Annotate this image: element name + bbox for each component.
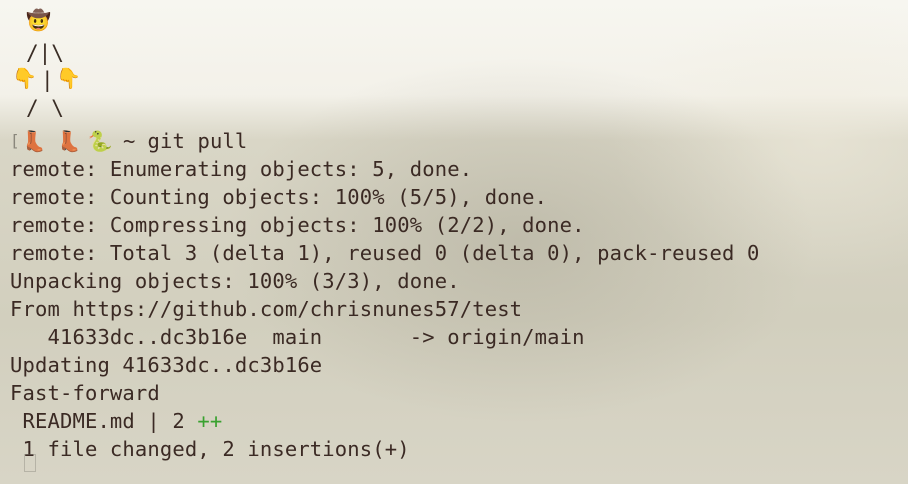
output-line: remote: Total 3 (delta 1), reused 0 (del… bbox=[10, 241, 760, 265]
cowboy-face-icon: 🤠 bbox=[26, 8, 51, 32]
pointing-hand-right-icon: 👇 bbox=[56, 66, 81, 90]
output-line: Updating 41633dc..dc3b16e bbox=[10, 353, 323, 377]
prompt-arms-line: /|\ bbox=[26, 41, 64, 65]
diffstat-plus: ++ bbox=[197, 409, 223, 433]
output-line: Fast-forward bbox=[10, 381, 160, 405]
output-line: remote: Compressing objects: 100% (2/2),… bbox=[10, 213, 585, 237]
output-line: remote: Counting objects: 100% (5/5), do… bbox=[10, 185, 548, 209]
terminal-cursor bbox=[24, 454, 36, 472]
command-line: [👢 👢 🐍 ~ git pull bbox=[10, 127, 760, 155]
prompt-bracket: [ bbox=[10, 131, 20, 150]
boot-right-icon: 👢 bbox=[56, 129, 82, 153]
output-line: remote: Enumerating objects: 5, done. bbox=[10, 157, 473, 181]
boot-left-icon: 👢 bbox=[21, 129, 47, 153]
prompt-tilde: ~ bbox=[122, 129, 136, 153]
output-line: From https://github.com/chrisnunes57/tes… bbox=[10, 297, 523, 321]
snake-icon: 🐍 bbox=[87, 129, 113, 153]
prompt-legs-line: / \ bbox=[26, 96, 64, 120]
prompt-body-line: | bbox=[41, 68, 54, 92]
output-line: 41633dc..dc3b16e main -> origin/main bbox=[10, 325, 585, 349]
terminal-output: [👢 👢 🐍 ~ git pull remote: Enumerating object… bbox=[10, 127, 760, 463]
summary-line: 1 file changed, 2 insertions(+) bbox=[10, 437, 410, 461]
terminal-window[interactable]: 🤠 /|\ 👇 | 👇 / \ [👢 👢 🐍 ~ git pull remote: En… bbox=[0, 0, 908, 484]
diffstat-file: README.md | 2 bbox=[10, 409, 198, 433]
command-text: git pull bbox=[147, 129, 248, 153]
diffstat-line: README.md | 2 ++ bbox=[10, 407, 760, 435]
output-line: Unpacking objects: 100% (3/3), done. bbox=[10, 269, 460, 293]
pointing-hand-left-icon: 👇 bbox=[12, 66, 37, 90]
